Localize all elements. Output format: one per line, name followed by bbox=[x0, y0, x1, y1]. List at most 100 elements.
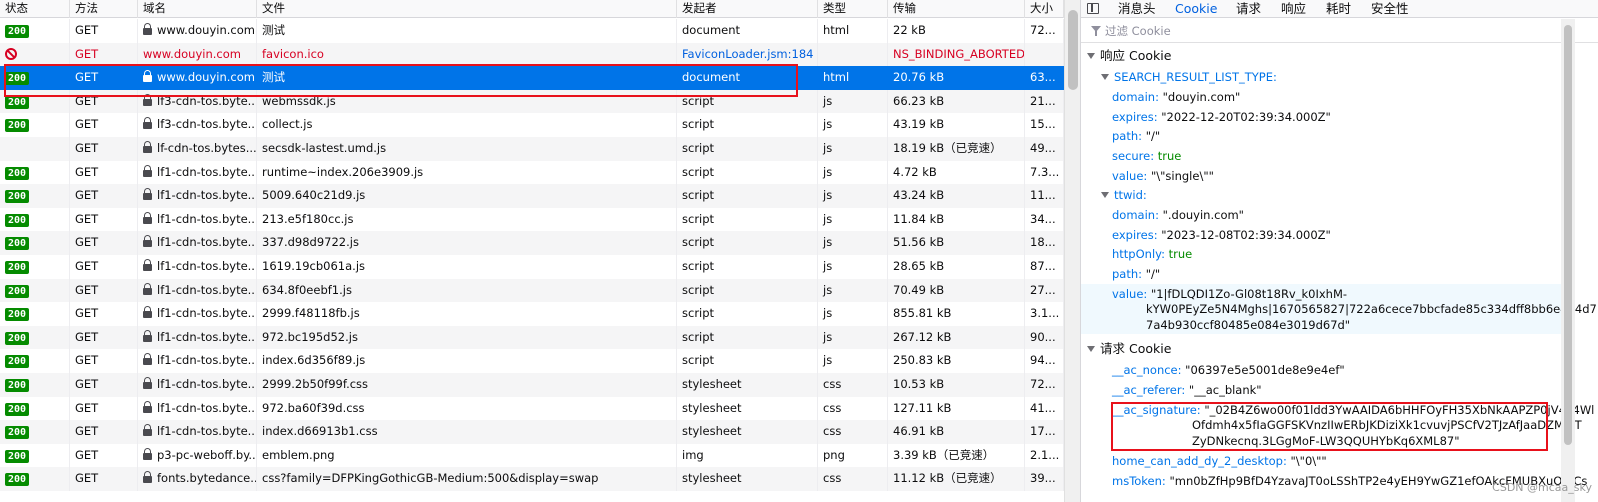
cell-transfer: 66.23 kB bbox=[888, 89, 1025, 114]
col-initiator[interactable]: 发起者 bbox=[677, 0, 818, 18]
cell-file: emblem.png bbox=[257, 443, 677, 468]
table-scroll-thumb[interactable] bbox=[1068, 10, 1078, 90]
cell-transfer: 20.76 kB bbox=[888, 66, 1025, 90]
cell-method: GET bbox=[70, 467, 138, 491]
status-badge: 200 bbox=[5, 355, 30, 369]
cell-domain: lf1-cdn-tos.byte... bbox=[138, 302, 257, 326]
cell-transfer: 46.91 kB bbox=[888, 420, 1025, 444]
cell-status: 200 bbox=[0, 349, 70, 373]
col-transfer[interactable]: 传输 bbox=[888, 0, 1025, 18]
cell-size: 7.3... bbox=[1025, 160, 1064, 185]
cell-method: GET bbox=[70, 443, 138, 468]
status-badge: 200 bbox=[5, 95, 30, 109]
table-row[interactable]: GET www.douyin.com favicon.ico FaviconLoade… bbox=[0, 42, 1080, 67]
domain-text: lf1-cdn-tos.byte... bbox=[157, 329, 257, 344]
cell-size: 72... bbox=[1025, 373, 1064, 397]
cell-initiator: stylesheet bbox=[677, 420, 818, 444]
cell-domain: lf1-cdn-tos.byte... bbox=[138, 396, 257, 421]
table-row[interactable]: 200 GET lf1-cdn-tos.byte... 972.ba60f39d.cs… bbox=[0, 396, 1080, 421]
domain-text: lf-cdn-tos.bytes... bbox=[157, 141, 257, 155]
request-cookies-section[interactable]: 请求 Cookie bbox=[1081, 338, 1561, 360]
cell-type: js bbox=[818, 160, 888, 185]
table-row[interactable]: 200 GET www.douyin.com 测试 document html 22 kB 7… bbox=[0, 19, 1080, 43]
tab-timings[interactable]: 耗时 bbox=[1326, 0, 1351, 18]
cell-domain: lf1-cdn-tos.byte... bbox=[138, 184, 257, 208]
col-file[interactable]: 文件 bbox=[257, 0, 677, 18]
cell-method: GET bbox=[70, 231, 138, 255]
response-cookies-section[interactable]: 响应 Cookie bbox=[1081, 45, 1561, 67]
domain-text: lf1-cdn-tos.byte... bbox=[157, 353, 257, 368]
cookie-name: SEARCH_RESULT_LIST_TYPE: bbox=[1114, 70, 1277, 84]
request-cookie-referer[interactable]: __ac_referer: "__ac_blank" bbox=[1112, 381, 1262, 401]
table-row[interactable]: 200 GET lf1-cdn-tos.byte... 1619.19cb061a.j… bbox=[0, 255, 1080, 279]
cell-file: secsdk-lastest.umd.js bbox=[257, 137, 677, 161]
status-badge: 200 bbox=[5, 166, 30, 180]
table-row[interactable]: 200 GET lf1-cdn-tos.byte... 213.e5f180cc.js… bbox=[0, 207, 1080, 232]
cell-size: 72... bbox=[1025, 19, 1064, 43]
cell-type: css bbox=[818, 420, 888, 444]
cell-file: webmssdk.js bbox=[257, 89, 677, 114]
table-row[interactable]: GET lf-cdn-tos.bytes... secsdk-lastest.umd… bbox=[0, 137, 1080, 161]
cell-domain: www.douyin.com bbox=[138, 19, 257, 43]
cell-size: 94... bbox=[1025, 349, 1064, 373]
cell-type: js bbox=[818, 302, 888, 326]
table-row[interactable]: 200 GET lf1-cdn-tos.byte... 337.d98d9722.js… bbox=[0, 231, 1080, 255]
table-row[interactable]: 200 GET lf3-cdn-tos.byte... webmssdk.js scri… bbox=[0, 89, 1080, 114]
tab-security[interactable]: 安全性 bbox=[1371, 0, 1409, 18]
prop-key: path: bbox=[1112, 129, 1143, 143]
toggle-panel-icon[interactable] bbox=[1087, 3, 1099, 14]
col-type[interactable]: 类型 bbox=[818, 0, 888, 18]
table-row[interactable]: 200 GET lf1-cdn-tos.byte... 2999.f48118fb.j… bbox=[0, 302, 1080, 326]
expand-arrow-icon bbox=[1101, 191, 1109, 198]
prop-value: "\"0\"" bbox=[1290, 454, 1327, 468]
col-domain[interactable]: 域名 bbox=[138, 0, 257, 18]
tab-headers[interactable]: 消息头 bbox=[1118, 0, 1156, 18]
cell-initiator: script bbox=[677, 184, 818, 208]
table-row[interactable]: 200 GET www.douyin.com 测试 document html 20.76 … bbox=[0, 66, 1080, 90]
ttwid-value-line3: 7a4b930ccf80485e084e3019d67d" bbox=[1146, 318, 1351, 332]
domain-text: lf1-cdn-tos.byte... bbox=[157, 164, 257, 179]
lock-icon bbox=[143, 117, 152, 130]
lock-icon bbox=[143, 211, 152, 224]
table-row[interactable]: 200 GET lf1-cdn-tos.byte... index.6d356f89.… bbox=[0, 349, 1080, 373]
lock-icon bbox=[143, 471, 152, 484]
cell-size: 2.1... bbox=[1025, 443, 1064, 468]
tab-cookies[interactable]: Cookie bbox=[1175, 0, 1217, 18]
details-scroll-thumb[interactable] bbox=[1564, 25, 1572, 445]
domain-text: lf1-cdn-tos.byte... bbox=[157, 400, 257, 415]
status-badge: 200 bbox=[5, 308, 30, 322]
request-cookie-nonce[interactable]: __ac_nonce: "06397e5e5001de8e9e4ef" bbox=[1112, 361, 1345, 381]
cell-domain: lf1-cdn-tos.byte... bbox=[138, 160, 257, 185]
table-row[interactable]: 200 GET lf1-cdn-tos.byte... 972.bc195d52.js… bbox=[0, 325, 1080, 350]
cell-type: js bbox=[818, 207, 888, 232]
prop-value: ".douyin.com" bbox=[1162, 208, 1244, 222]
cell-size: 34... bbox=[1025, 207, 1064, 232]
table-row[interactable]: 200 GET lf1-cdn-tos.byte... 2999.2b50f99f.c… bbox=[0, 373, 1080, 397]
cookie-filter-input[interactable] bbox=[1105, 23, 1565, 39]
details-scrollbar[interactable] bbox=[1561, 19, 1575, 502]
table-row[interactable]: 200 GET lf1-cdn-tos.byte... runtime~index.2… bbox=[0, 160, 1080, 185]
table-scrollbar[interactable] bbox=[1064, 0, 1080, 502]
tab-response[interactable]: 响应 bbox=[1281, 0, 1306, 18]
request-details-panel: 消息头 Cookie 请求 响应 耗时 安全性 响应 Cookie SEARCH… bbox=[1080, 0, 1598, 502]
table-row[interactable]: 200 GET lf1-cdn-tos.byte... index.d66913b1.… bbox=[0, 420, 1080, 444]
col-size[interactable]: 大小 bbox=[1025, 0, 1064, 18]
cookie-ttwid[interactable]: ttwid: bbox=[1089, 186, 1147, 206]
domain-text: p3-pc-weboff.by... bbox=[157, 447, 257, 462]
table-row[interactable]: 200 GET lf3-cdn-tos.byte... collect.js scrip… bbox=[0, 113, 1080, 137]
tab-request[interactable]: 请求 bbox=[1236, 0, 1261, 18]
prop-key: __ac_signature: bbox=[1112, 403, 1201, 417]
network-request-list: 状态 方法 域名 文件 发起者 类型 传输 大小 200 GET www.douyi… bbox=[0, 0, 1080, 502]
cell-initiator: stylesheet bbox=[677, 396, 818, 421]
request-cookie-home-can-add[interactable]: home_can_add_dy_2_desktop: "\"0\"" bbox=[1112, 452, 1327, 472]
cell-size: 15... bbox=[1025, 113, 1064, 137]
cookie-search-result-list-type[interactable]: SEARCH_RESULT_LIST_TYPE: bbox=[1089, 68, 1277, 88]
cell-size: 49... bbox=[1025, 137, 1064, 161]
cell-initiator: script bbox=[677, 302, 818, 326]
col-method[interactable]: 方法 bbox=[70, 0, 138, 18]
table-row[interactable]: 200 GET lf1-cdn-tos.byte... 5009.640c21d9.j… bbox=[0, 184, 1080, 208]
table-row[interactable]: 200 GET p3-pc-weboff.by... emblem.png img png… bbox=[0, 443, 1080, 468]
table-row[interactable]: 200 GET fonts.bytedance.... css?family=DFPK… bbox=[0, 467, 1080, 491]
col-status[interactable]: 状态 bbox=[0, 0, 70, 18]
table-row[interactable]: 200 GET lf1-cdn-tos.byte... 634.8f0eebf1.js… bbox=[0, 278, 1080, 303]
